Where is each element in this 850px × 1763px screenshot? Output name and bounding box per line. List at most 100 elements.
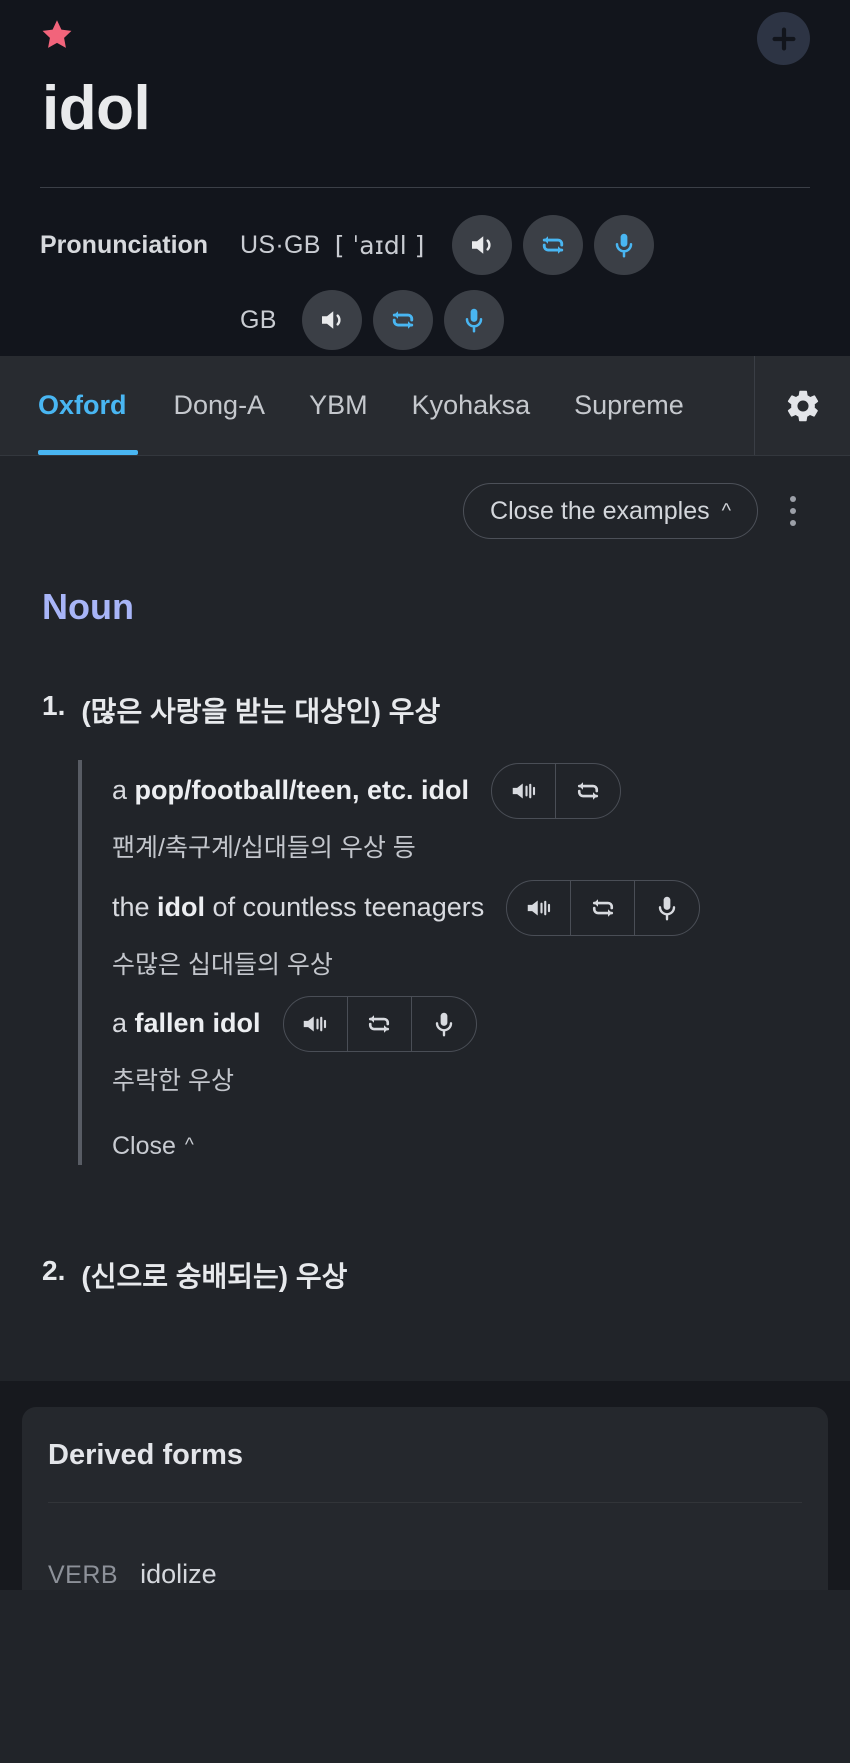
- dictionary-app-screen: idol Pronunciation US·GB [ ˈaɪdl ] GB Ox…: [0, 0, 850, 1763]
- speaker-button-gb[interactable]: [301, 290, 362, 350]
- close-link-label: Close: [112, 1131, 176, 1160]
- repeat-button-gb[interactable]: [372, 290, 433, 350]
- microphone-icon: [659, 896, 676, 920]
- example-item: a fallen idol 추락한 우상: [112, 993, 810, 1098]
- repeat-icon: [543, 236, 564, 254]
- example-line: a fallen idol: [112, 993, 810, 1055]
- sense-item-1: 1. (많은 사랑을 받는 대상인) 우상 a pop/football/tee…: [40, 690, 810, 1165]
- microphone-icon: [465, 308, 482, 333]
- speaker-button[interactable]: [492, 764, 557, 818]
- more-options-button[interactable]: [776, 483, 810, 539]
- derived-forms-section: Derived forms VERB idolize: [0, 1380, 850, 1590]
- derived-forms-title: Derived forms: [48, 1407, 802, 1503]
- tab-supreme[interactable]: Supreme: [552, 356, 706, 455]
- example-highlight: fallen idol: [134, 1008, 261, 1039]
- derived-form-row[interactable]: VERB idolize: [48, 1503, 802, 1590]
- examples-list: a pop/football/teen, etc. idol 팬계/축구계/십대…: [78, 760, 810, 1165]
- example-item: a pop/football/teen, etc. idol 팬계/축구계/십대…: [112, 760, 810, 865]
- example-line: a pop/football/teen, etc. idol: [112, 760, 810, 822]
- sense-item-2: 2. (신으로 숭배되는) 우상: [40, 1255, 810, 1295]
- sense-definition: (많은 사랑을 받는 대상인) 우상: [81, 696, 441, 727]
- kebab-dot: [790, 520, 796, 526]
- sense-heading: 1. (많은 사랑을 받는 대상인) 우상: [42, 690, 810, 730]
- tab-kyohaksa[interactable]: Kyohaksa: [390, 356, 553, 455]
- example-suffix: of countless teenagers: [205, 891, 485, 922]
- example-prefix: a: [112, 775, 135, 806]
- microphone-button-us-gb[interactable]: [594, 215, 655, 275]
- pronunciation-label: Pronunciation: [40, 230, 209, 259]
- star-icon[interactable]: [40, 14, 74, 52]
- plus-icon: [772, 27, 795, 50]
- example-sentence: a fallen idol: [112, 1007, 261, 1041]
- repeat-button[interactable]: [348, 997, 412, 1051]
- dictionary-source-tabs: Oxford Dong-A YBM Kyohaksa Supreme: [0, 356, 850, 456]
- example-sentence: a pop/football/teen, etc. idol: [112, 774, 469, 808]
- chevron-up-icon: ^: [721, 500, 731, 522]
- microphone-button-gb[interactable]: [443, 290, 504, 350]
- repeat-button[interactable]: [556, 764, 620, 818]
- derived-form-pos: VERB: [48, 1560, 119, 1589]
- repeat-icon: [368, 1015, 390, 1033]
- sense-number: 2.: [42, 1254, 66, 1286]
- entry-content: Close the examples ^ Noun 1. (많은 사랑을 받는 …: [0, 456, 850, 1381]
- microphone-icon: [616, 233, 633, 258]
- tab-dong-a[interactable]: Dong-A: [152, 356, 288, 455]
- speaker-icon: [512, 783, 535, 799]
- chevron-up-icon: ^: [184, 1135, 194, 1156]
- tab-oxford[interactable]: Oxford: [38, 356, 152, 455]
- gear-icon: [787, 390, 818, 421]
- kebab-dot: [790, 496, 796, 502]
- header-top-bar: [40, 12, 810, 65]
- tab-label: Supreme: [574, 390, 684, 420]
- speaker-icon: [527, 900, 550, 915]
- speaker-icon: [472, 236, 491, 254]
- close-examples-link[interactable]: Close ^: [112, 1132, 194, 1161]
- repeat-button-us-gb[interactable]: [523, 215, 584, 275]
- pronunciation-row-us-gb: Pronunciation US·GB [ ˈaɪdl ]: [40, 214, 810, 276]
- microphone-icon: [435, 1012, 452, 1037]
- example-sentence: the idol of countless teenagers: [112, 891, 484, 925]
- repeat-icon: [592, 898, 613, 917]
- example-audio-buttons: [282, 996, 477, 1052]
- header-divider: [40, 187, 810, 188]
- example-audio-buttons: [506, 879, 701, 936]
- page-title: idol: [42, 74, 151, 143]
- examples-toolbar: Close the examples ^: [40, 456, 810, 566]
- example-prefix: a: [112, 1008, 135, 1039]
- repeat-button[interactable]: [571, 880, 636, 935]
- settings-button[interactable]: [754, 356, 850, 455]
- example-translation: 수많은 십대들의 우상: [112, 950, 333, 979]
- pronunciation-row-gb: GB: [40, 289, 810, 351]
- example-audio-buttons: [491, 763, 622, 819]
- sense-definition: (신으로 숭배되는) 우상: [81, 1260, 348, 1292]
- derived-form-word: idolize: [140, 1558, 217, 1589]
- close-examples-button[interactable]: Close the examples ^: [463, 483, 758, 539]
- tab-list: Oxford Dong-A YBM Kyohaksa Supreme: [0, 356, 754, 455]
- add-word-button[interactable]: [757, 12, 810, 65]
- speaker-button-us-gb[interactable]: [452, 215, 513, 275]
- sense-number: 1.: [42, 690, 66, 721]
- tab-label: Dong-A: [173, 390, 266, 420]
- pronunciation-buttons-gb: [291, 290, 504, 350]
- pronunciation-buttons-us-gb: [441, 215, 655, 275]
- pronunciation-region-us-gb: US·GB: [240, 230, 321, 259]
- example-highlight: pop/football/teen, etc. idol: [134, 775, 470, 806]
- tab-label: Oxford: [38, 390, 127, 420]
- microphone-button[interactable]: [412, 997, 476, 1051]
- example-prefix: the: [112, 891, 158, 922]
- entry-header: idol Pronunciation US·GB [ ˈaɪdl ] GB: [0, 0, 850, 356]
- kebab-dot: [790, 508, 796, 514]
- pronunciation-ipa-us-gb: [ ˈaɪdl ]: [334, 230, 425, 260]
- tab-ybm[interactable]: YBM: [287, 356, 390, 455]
- sense-heading: 2. (신으로 숭배되는) 우상: [42, 1255, 810, 1295]
- close-examples-label: Close the examples: [490, 496, 710, 525]
- pronunciation-region-gb: GB: [240, 305, 277, 334]
- microphone-button[interactable]: [635, 881, 699, 935]
- derived-forms-card: Derived forms VERB idolize: [22, 1406, 828, 1590]
- speaker-button[interactable]: [284, 997, 348, 1051]
- speaker-button[interactable]: [507, 880, 572, 935]
- example-line: the idol of countless teenagers: [112, 877, 810, 939]
- example-translation: 팬계/축구계/십대들의 우상 등: [112, 834, 416, 862]
- repeat-icon: [392, 311, 413, 329]
- example-translation: 추락한 우상: [112, 1067, 234, 1095]
